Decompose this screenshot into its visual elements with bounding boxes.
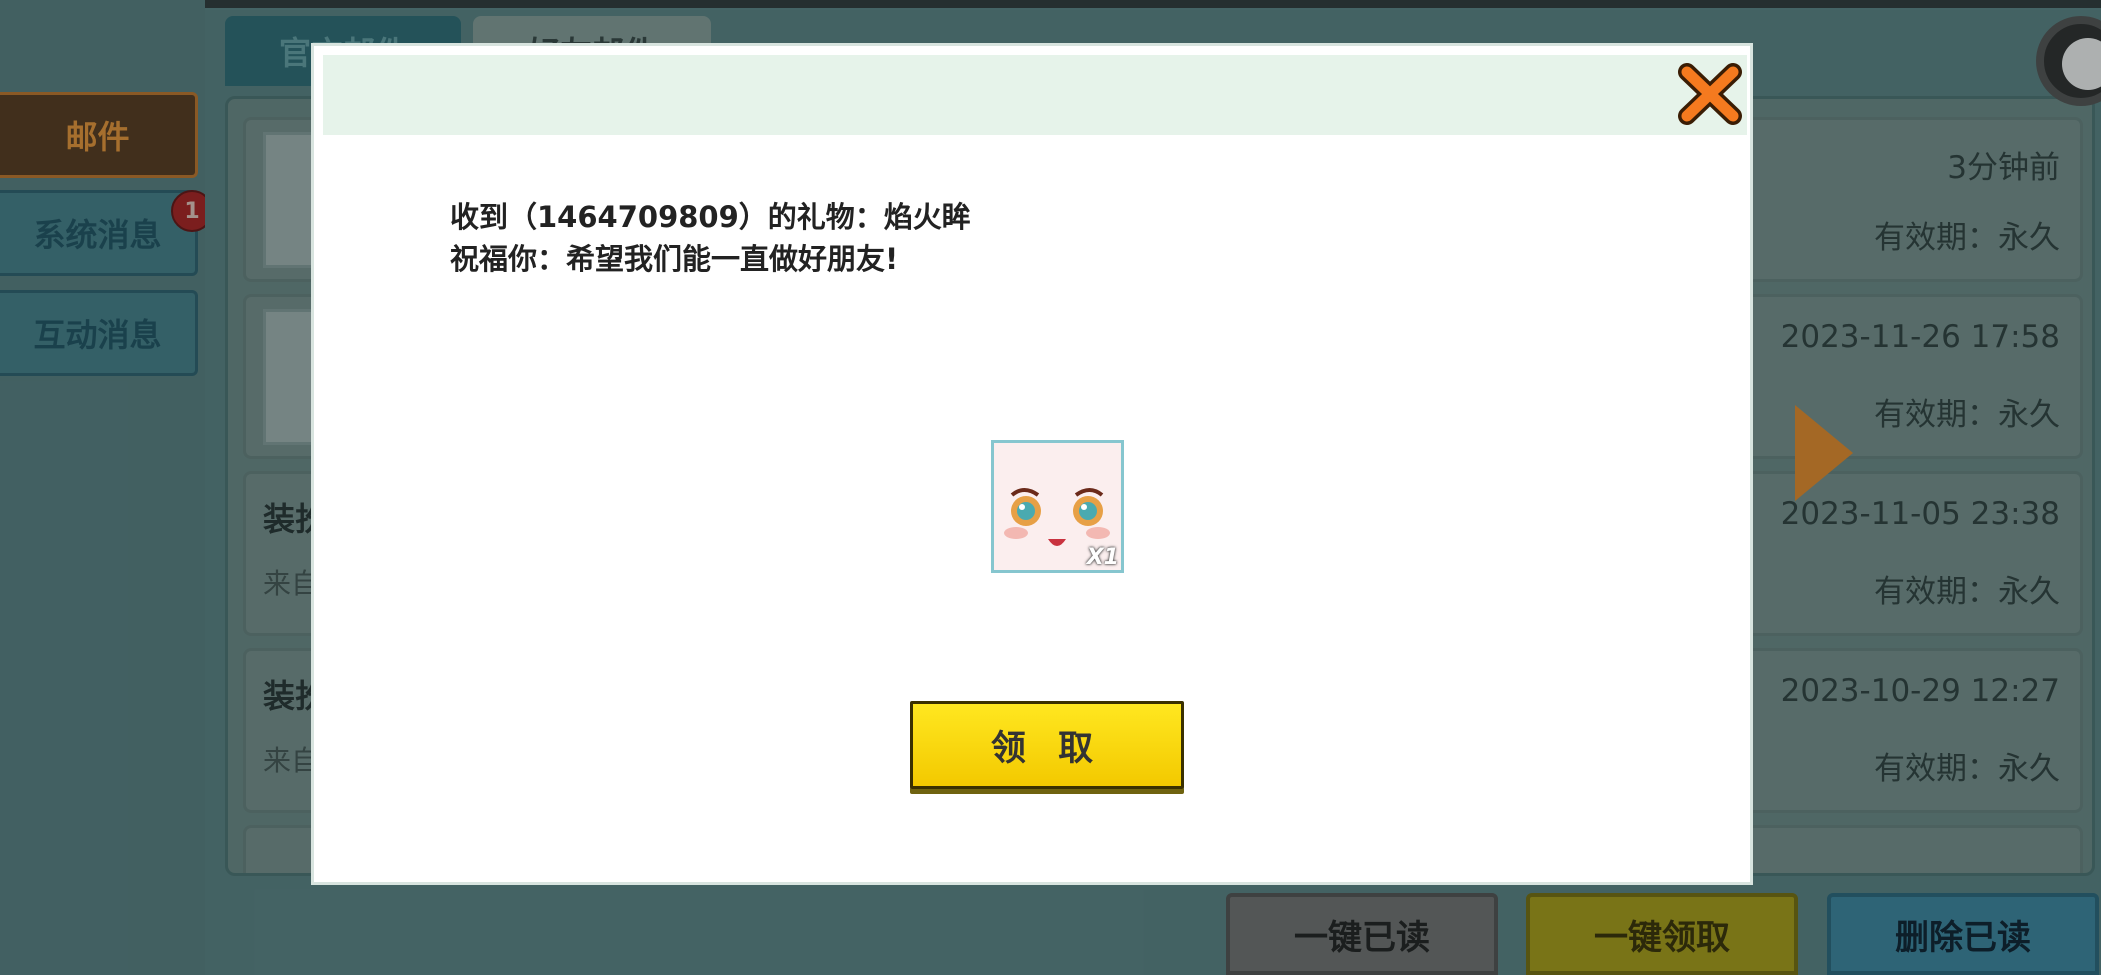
close-icon[interactable] [1675,60,1745,128]
gift-count: X1 [1086,545,1119,570]
claim-button[interactable]: 领 取 [910,701,1184,789]
gift-message-line: 祝福你：希望我们能一直做好朋友! [450,242,899,276]
gift-message: 收到（1464709809）的礼物：焰火眸 祝福你：希望我们能一直做好朋友! [450,196,971,280]
gift-dialog: 收到（1464709809）的礼物：焰火眸 祝福你：希望我们能一直做好朋友! X… [311,43,1753,885]
dialog-header [323,55,1747,135]
gift-item[interactable]: X1 [991,440,1124,573]
gift-message-line: 收到（1464709809）的礼物：焰火眸 [450,200,971,234]
